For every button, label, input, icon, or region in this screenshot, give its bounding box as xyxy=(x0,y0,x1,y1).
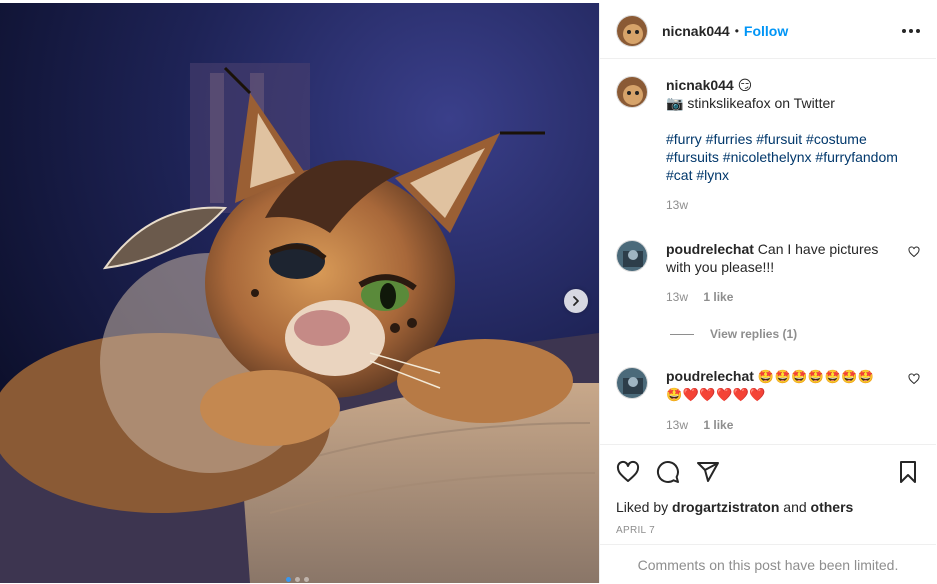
comment-emoji-line2: 🤩❤️❤️❤️❤️❤️ xyxy=(666,387,767,402)
like-comment-heart-icon[interactable] xyxy=(908,373,920,385)
chevron-right-icon xyxy=(573,296,579,306)
heart-icon[interactable] xyxy=(616,460,640,484)
author-username[interactable]: nicnak044 xyxy=(662,23,730,39)
comment-username[interactable]: poudrelechat xyxy=(666,241,754,257)
comment-item: poudrelechat 🤩🤩🤩🤩🤩🤩🤩 🤩❤️❤️❤️❤️❤️ 13w 1 l… xyxy=(616,367,920,434)
more-options-icon[interactable] xyxy=(902,25,920,37)
like-comment-heart-icon[interactable] xyxy=(908,246,920,258)
carousel-next-button[interactable] xyxy=(564,289,588,313)
comment-timestamp[interactable]: 13w xyxy=(666,418,688,432)
post-actions-area: Liked by drogartzistraton and others APR… xyxy=(600,444,936,536)
comment-timestamp[interactable]: 13w xyxy=(666,290,688,304)
lynx-fursuit-image xyxy=(0,3,599,583)
post-side-panel: nicnak044 • Follow nicnak044 😏 📷 stinksl… xyxy=(599,3,936,583)
caption-hashtags-2[interactable]: #fursuits #nicolethelynx #furryfandom xyxy=(666,148,920,166)
comment-icon[interactable] xyxy=(656,460,680,484)
comment-text-line2: with you please!!! xyxy=(666,259,775,275)
carousel-dot xyxy=(304,577,309,582)
post-photo[interactable] xyxy=(0,3,599,583)
comment-likes[interactable]: 1 like xyxy=(703,290,733,304)
caption-credit: 📷 stinkslikeafox on Twitter xyxy=(666,95,835,111)
author-avatar[interactable] xyxy=(616,14,648,47)
commenter-avatar[interactable] xyxy=(616,240,648,272)
comment-emoji-line1: 🤩🤩🤩🤩🤩🤩🤩 xyxy=(757,369,875,384)
post-date[interactable]: APRIL 7 xyxy=(600,515,936,536)
carousel-dot xyxy=(295,577,300,582)
post-header: nicnak044 • Follow xyxy=(600,3,936,59)
caption-timestamp[interactable]: 13w xyxy=(666,196,920,214)
comments-list[interactable]: nicnak044 😏 📷 stinkslikeafox on Twitter … xyxy=(600,60,936,444)
carousel-indicator xyxy=(286,577,309,582)
post-caption: nicnak044 😏 📷 stinkslikeafox on Twitter … xyxy=(616,76,920,214)
header-separator: • xyxy=(734,23,739,38)
action-bar xyxy=(600,445,936,487)
liked-by-others[interactable]: others xyxy=(811,499,854,515)
caption-hashtags-1[interactable]: #furry #furries #fursuit #costume xyxy=(666,130,920,148)
comment-text: Can I have pictures xyxy=(757,241,879,257)
comment-item: poudrelechat Can I have pictures with yo… xyxy=(616,240,920,306)
bookmark-icon[interactable] xyxy=(896,460,920,484)
liked-by-and: and xyxy=(783,499,807,515)
replies-divider-line xyxy=(670,333,694,335)
comment-likes[interactable]: 1 like xyxy=(703,418,733,432)
share-icon[interactable] xyxy=(696,460,720,484)
view-replies-label: View replies (1) xyxy=(710,327,798,341)
commenter-avatar[interactable] xyxy=(616,367,648,399)
view-replies-button[interactable]: View replies (1) xyxy=(670,327,797,341)
instagram-post-modal: nicnak044 • Follow nicnak044 😏 📷 stinksl… xyxy=(0,0,937,583)
liked-by-user[interactable]: drogartzistraton xyxy=(672,499,779,515)
caption-username[interactable]: nicnak044 xyxy=(666,77,734,93)
caption-hashtags-3[interactable]: #cat #lynx xyxy=(666,166,920,184)
follow-button[interactable]: Follow xyxy=(744,23,788,39)
comment-username[interactable]: poudrelechat xyxy=(666,368,754,384)
comments-limited-notice: Comments on this post have been limited. xyxy=(600,544,936,584)
liked-by-prefix: Liked by xyxy=(616,499,669,515)
caption-emoji: 😏 xyxy=(737,77,753,93)
author-avatar[interactable] xyxy=(616,76,648,108)
liked-by-summary: Liked by drogartzistraton and others xyxy=(600,495,936,515)
carousel-dot-active xyxy=(286,577,291,582)
